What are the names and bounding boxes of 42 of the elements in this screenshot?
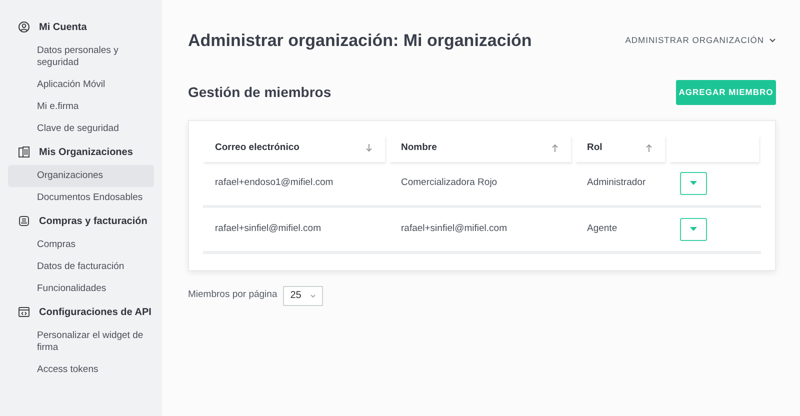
chevron-icon [769,38,776,44]
sidebar-item[interactable]: Organizaciones [8,165,154,187]
per-page-label: Miembros por página [188,288,278,302]
up-arrow-icon [551,144,559,152]
code-window-icon [18,306,30,318]
sidebar-item[interactable]: Datos de facturación [8,256,154,278]
chevron-icon [310,294,316,298]
per-page-select[interactable]: 25 [283,286,324,306]
sidebar-section-title: Mi Cuenta [39,20,87,34]
sidebar-item[interactable]: Documentos Endosables [8,187,154,209]
caret-icon [690,227,697,231]
user-icon [18,21,30,33]
admin-menu[interactable]: ADMINISTRAR ORGANIZACIÓN [625,34,776,48]
sidebar-item[interactable]: Mi e.firma [8,96,154,118]
sidebar-item[interactable]: Personalizar el widget de firma [8,325,154,359]
table-cell-text: Agente [586,222,618,236]
section-title: Gestión de miembros [188,82,332,102]
receipt-icon [18,215,30,227]
sidebar-item[interactable]: Compras [8,234,154,256]
column-header[interactable]: Correo electrónico [203,134,385,162]
row-actions-button[interactable] [680,218,707,240]
column-header[interactable]: Rol [575,134,665,162]
page-title: Administrar organización: Mi organización [188,30,532,52]
down-arrow-icon [365,144,373,152]
sidebar-section-title: Compras y facturación [39,214,148,228]
row-actions-button[interactable] [680,172,707,194]
sidebar-section-title: Configuraciones de API [39,306,152,320]
table-cell-text: Comercializadora Rojo [400,176,498,190]
sidebar-section-title: Mis Organizaciones [39,146,133,160]
table-cell-text: Administrador [586,176,647,190]
table-cell-text: rafael+endoso1@mifiel.com [214,176,334,190]
sidebar-item[interactable]: Access tokens [8,359,154,381]
sidebar-item[interactable]: Clave de seguridad [8,118,154,140]
table-cell-text: rafael+sinfiel@mifiel.com [214,222,322,236]
sidebar-item[interactable]: Datos personales y seguridad [8,40,154,74]
column-header[interactable]: Nombre [389,134,571,162]
sidebar-item[interactable]: Aplicación Móvil [8,74,154,96]
sidebar-item[interactable]: Funcionalidades [8,278,154,300]
building-icon [18,146,30,158]
table-cell-text: rafael+sinfiel@mifiel.com [400,222,508,236]
caret-icon [690,181,697,185]
up-arrow-icon [645,144,653,152]
